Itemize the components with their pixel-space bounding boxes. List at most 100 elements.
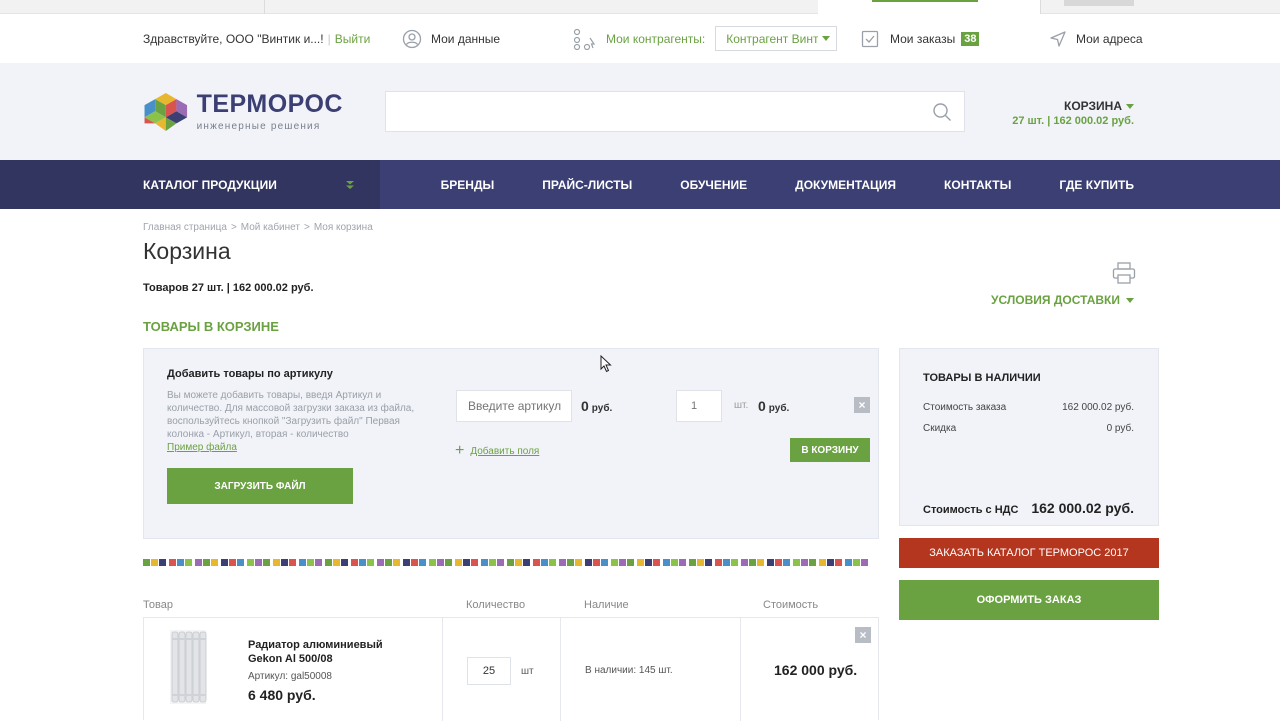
delivery-terms-dropdown[interactable]: УСЛОВИЯ ДОСТАВКИ xyxy=(991,293,1134,307)
my-orders-label: Мои заказы xyxy=(890,31,956,46)
mosaic-tile xyxy=(195,559,202,566)
contractor-select[interactable]: Контрагент Винтик и Шпунтик xyxy=(715,26,838,51)
orders-count-badge: 38 xyxy=(961,31,980,46)
table-row: Радиатор алюминиевый Gekon Al 500/08 Арт… xyxy=(143,617,879,721)
mosaic-tile xyxy=(749,559,756,566)
close-icon[interactable]: × xyxy=(854,397,870,413)
vat-total-value: 162 000.02 руб. xyxy=(1031,500,1134,516)
top-strip xyxy=(0,0,1280,14)
plus-icon: + xyxy=(455,442,465,459)
my-orders-link[interactable]: Мои заказы 38 xyxy=(861,14,980,63)
mosaic-tile xyxy=(315,559,322,566)
quantity-input[interactable] xyxy=(676,390,722,422)
currency-label: руб. xyxy=(591,403,613,414)
greeting-text: Здравствуйте, ООО "Винтик и...! xyxy=(143,31,324,46)
contractor-selected-value: Контрагент Винтик и Шпунтик xyxy=(726,31,819,46)
upload-file-button[interactable]: ЗАГРУЗИТЬ ФАЙЛ xyxy=(167,468,353,504)
mosaic-tile xyxy=(541,559,548,566)
article-price-value: 0 xyxy=(581,398,589,414)
mosaic-tile xyxy=(403,559,410,566)
product-name-link[interactable]: Радиатор алюминиевый Gekon Al 500/08 xyxy=(248,638,418,666)
my-data-link[interactable]: Мои данные xyxy=(402,14,500,63)
breadcrumb: Главная страница > Мой кабинет > Моя корзина xyxy=(143,222,373,233)
header-cart[interactable]: КОРЗИНА 27 шт. | 162 000.02 руб. xyxy=(1012,99,1134,127)
nav-item-documentation[interactable]: ДОКУМЕНТАЦИЯ xyxy=(795,178,896,192)
greeting-block: Здравствуйте, ООО "Винтик и...! | Выйти xyxy=(143,14,370,63)
site-header: ТЕРМОРОС инженерные решения КОРЗИНА 27 ш… xyxy=(0,63,1280,160)
summary-heading: ТОВАРЫ В НАЛИЧИИ xyxy=(923,372,1041,384)
mosaic-tile xyxy=(299,559,306,566)
order-catalog-button[interactable]: ЗАКАЗАТЬ КАТАЛОГ ТЕРМОРОС 2017 xyxy=(899,538,1159,568)
mosaic-tile xyxy=(393,559,400,566)
logo-text: ТЕРМОРОС инженерные решения xyxy=(196,90,343,133)
contractors-icon xyxy=(573,28,596,50)
mosaic-tile xyxy=(861,559,868,566)
my-addresses-link[interactable]: Мои адреса xyxy=(1048,14,1143,63)
navigation-arrow-icon xyxy=(1050,30,1066,47)
article-input[interactable] xyxy=(456,390,572,422)
printer-icon[interactable] xyxy=(1112,262,1136,284)
nav-item-contacts[interactable]: КОНТАКТЫ xyxy=(944,178,1011,192)
column-divider xyxy=(442,618,443,721)
mouse-cursor-icon xyxy=(600,355,612,373)
nav-item-where-to-buy[interactable]: ГДЕ КУПИТЬ xyxy=(1059,178,1134,192)
mosaic-tile xyxy=(411,559,418,566)
mosaic-tile xyxy=(671,559,678,566)
mosaic-tile xyxy=(523,559,530,566)
mosaic-tile xyxy=(221,559,228,566)
example-file-link[interactable]: Пример файла xyxy=(167,442,237,453)
mosaic-tile xyxy=(169,559,176,566)
divider xyxy=(264,0,265,14)
my-addresses-label: Мои адреса xyxy=(1076,31,1143,46)
remove-row-close-icon[interactable]: × xyxy=(855,627,871,643)
mosaic-tile xyxy=(689,559,696,566)
logout-link[interactable]: Выйти xyxy=(335,32,371,46)
mosaic-tile xyxy=(333,559,340,566)
mosaic-tile xyxy=(229,559,236,566)
vat-total-label: Стоимость с НДС xyxy=(923,504,1019,516)
breadcrumb-home[interactable]: Главная страница xyxy=(143,222,227,233)
mosaic-tile xyxy=(273,559,280,566)
radiator-product-image[interactable] xyxy=(168,628,208,706)
add-fields-link[interactable]: + Добавить поля xyxy=(455,443,539,459)
mosaic-tile xyxy=(507,559,514,566)
breadcrumb-separator: > xyxy=(230,222,237,233)
mosaic-tile xyxy=(567,559,574,566)
search-input[interactable] xyxy=(385,91,965,132)
cart-summary: 27 шт. | 162 000.02 руб. xyxy=(1012,115,1134,127)
logo[interactable]: ТЕРМОРОС инженерные решения xyxy=(143,85,343,139)
nav-item-training[interactable]: ОБУЧЕНИЕ xyxy=(680,178,747,192)
mosaic-tile xyxy=(445,559,452,566)
cart-summary-line: Товаров 27 шт. | 162 000.02 руб. xyxy=(143,282,314,294)
column-header-cost: Стоимость xyxy=(763,599,819,611)
mosaic-tile xyxy=(853,559,860,566)
discount-value: 0 руб. xyxy=(1106,423,1134,434)
logo-name: ТЕРМОРОС xyxy=(196,90,343,118)
mosaic-tile xyxy=(143,559,150,566)
mosaic-tile xyxy=(463,559,470,566)
user-bar: Здравствуйте, ООО "Винтик и...! | Выйти … xyxy=(0,14,1280,63)
summary-row-order-cost: Стоимость заказа 162 000.02 руб. xyxy=(923,402,1134,413)
mosaic-tile xyxy=(819,559,826,566)
mosaic-tile xyxy=(723,559,730,566)
nav-item-price-lists[interactable]: ПРАЙС-ЛИСТЫ xyxy=(542,178,632,192)
mosaic-tile xyxy=(159,559,166,566)
nav-item-brands[interactable]: БРЕНДЫ xyxy=(441,178,495,192)
search-icon[interactable] xyxy=(932,102,952,122)
catalog-menu-button[interactable]: КАТАЛОГ ПРОДУКЦИИ xyxy=(0,160,380,209)
discount-label: Скидка xyxy=(923,423,957,434)
column-header-product: Товар xyxy=(143,599,173,611)
decorative-mosaic-divider xyxy=(143,559,879,566)
add-to-cart-button[interactable]: В КОРЗИНУ xyxy=(790,438,870,462)
main-nav: КАТАЛОГ ПРОДУКЦИИ БРЕНДЫ ПРАЙС-ЛИСТЫ ОБУ… xyxy=(0,160,1280,209)
checkout-button[interactable]: ОФОРМИТЬ ЗАКАЗ xyxy=(899,580,1159,620)
mosaic-tile xyxy=(281,559,288,566)
mosaic-tile xyxy=(211,559,218,566)
separator: | xyxy=(327,31,331,46)
mosaic-tile xyxy=(575,559,582,566)
row-quantity-input[interactable] xyxy=(467,657,511,685)
breadcrumb-cabinet[interactable]: Мой кабинет xyxy=(241,222,300,233)
mosaic-tile xyxy=(359,559,366,566)
mosaic-tile xyxy=(481,559,488,566)
article-sum: 0 руб. xyxy=(758,398,789,414)
